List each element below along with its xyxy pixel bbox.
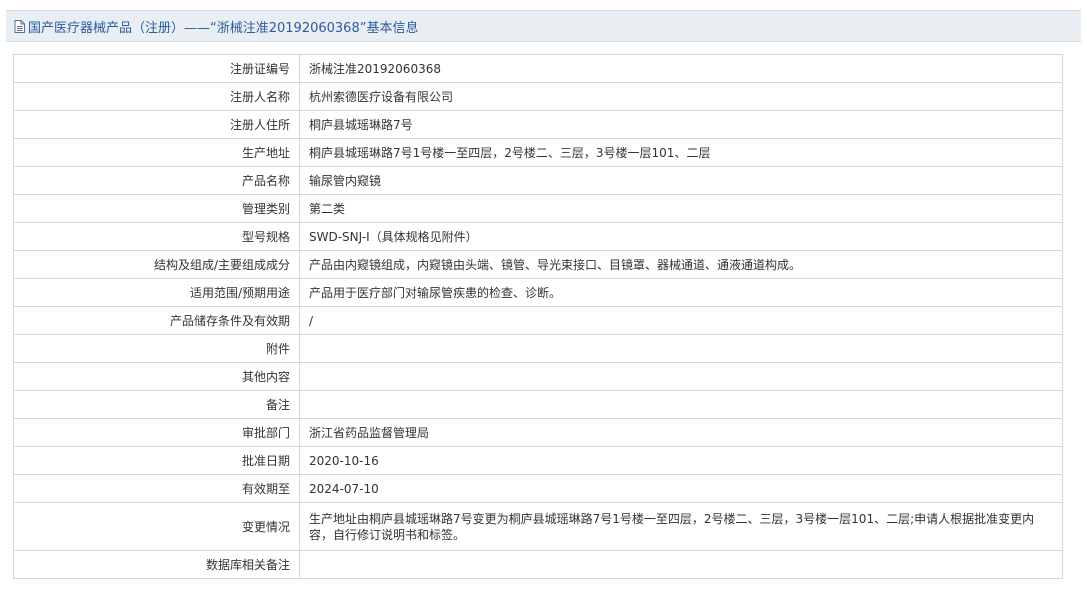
table-row: 产品名称 输尿管内窥镜 xyxy=(13,166,1063,195)
table-row: 备注 xyxy=(13,390,1063,419)
table-row: 审批部门 浙江省药品监督管理局 xyxy=(13,418,1063,447)
table-row: 产品储存条件及有效期 / xyxy=(13,306,1063,335)
table-row: 适用范围/预期用途 产品用于医疗部门对输尿管疾患的检查、诊断。 xyxy=(13,278,1063,307)
document-icon xyxy=(14,19,25,33)
row-value: 产品用于医疗部门对输尿管疾患的检查、诊断。 xyxy=(299,278,1063,307)
row-label: 型号规格 xyxy=(13,222,300,251)
row-label: 附件 xyxy=(13,334,300,363)
info-table-container: 注册证编号 浙械注准20192060368 注册人名称 杭州索德医疗设备有限公司… xyxy=(13,54,1064,579)
row-value: 2024-07-10 xyxy=(299,474,1063,503)
info-table: 注册证编号 浙械注准20192060368 注册人名称 杭州索德医疗设备有限公司… xyxy=(13,54,1063,579)
row-value xyxy=(299,390,1063,419)
section-title-bar: 国产医疗器械产品（注册）——“浙械注准20192060368”基本信息 xyxy=(6,10,1081,42)
row-value: SWD-SNJ-Ⅰ（具体规格见附件） xyxy=(299,222,1063,251)
info-table-body: 注册证编号 浙械注准20192060368 注册人名称 杭州索德医疗设备有限公司… xyxy=(13,54,1063,579)
row-label: 注册人住所 xyxy=(13,110,300,139)
row-label: 生产地址 xyxy=(13,138,300,167)
table-row: 型号规格 SWD-SNJ-Ⅰ（具体规格见附件） xyxy=(13,222,1063,251)
row-value: 桐庐县城瑶琳路7号 xyxy=(299,110,1063,139)
row-label: 数据库相关备注 xyxy=(13,550,300,579)
row-value: 杭州索德医疗设备有限公司 xyxy=(299,82,1063,111)
table-row: 注册人住所 桐庐县城瑶琳路7号 xyxy=(13,110,1063,139)
row-value: 生产地址由桐庐县城瑶琳路7号变更为桐庐县城瑶琳路7号1号楼一至四层，2号楼二、三… xyxy=(299,502,1063,551)
row-label: 变更情况 xyxy=(13,502,300,551)
row-label: 适用范围/预期用途 xyxy=(13,278,300,307)
row-value: 浙械注准20192060368 xyxy=(299,54,1063,83)
row-label: 结构及组成/主要组成成分 xyxy=(13,250,300,279)
table-row: 注册证编号 浙械注准20192060368 xyxy=(13,54,1063,83)
table-row: 批准日期 2020-10-16 xyxy=(13,446,1063,475)
row-value: 输尿管内窥镜 xyxy=(299,166,1063,195)
row-value xyxy=(299,334,1063,363)
row-value: 桐庐县城瑶琳路7号1号楼一至四层，2号楼二、三层，3号楼一层101、二层 xyxy=(299,138,1063,167)
row-label: 其他内容 xyxy=(13,362,300,391)
page: 国产医疗器械产品（注册）——“浙械注准20192060368”基本信息 注册证编… xyxy=(0,0,1087,615)
row-value: 2020-10-16 xyxy=(299,446,1063,475)
row-value: 浙江省药品监督管理局 xyxy=(299,418,1063,447)
table-row: 注册人名称 杭州索德医疗设备有限公司 xyxy=(13,82,1063,111)
row-value: 产品由内窥镜组成，内窥镜由头端、镜管、导光束接口、目镜罩、器械通道、通液通道构成… xyxy=(299,250,1063,279)
row-label: 注册人名称 xyxy=(13,82,300,111)
table-row: 数据库相关备注 xyxy=(13,550,1063,579)
table-row: 管理类别 第二类 xyxy=(13,194,1063,223)
row-value: 第二类 xyxy=(299,194,1063,223)
row-label: 产品储存条件及有效期 xyxy=(13,306,300,335)
table-row: 其他内容 xyxy=(13,362,1063,391)
row-label: 审批部门 xyxy=(13,418,300,447)
row-label: 批准日期 xyxy=(13,446,300,475)
table-row: 生产地址 桐庐县城瑶琳路7号1号楼一至四层，2号楼二、三层，3号楼一层101、二… xyxy=(13,138,1063,167)
row-label: 管理类别 xyxy=(13,194,300,223)
row-value xyxy=(299,550,1063,579)
row-value xyxy=(299,362,1063,391)
row-label: 产品名称 xyxy=(13,166,300,195)
table-row: 结构及组成/主要组成成分 产品由内窥镜组成，内窥镜由头端、镜管、导光束接口、目镜… xyxy=(13,250,1063,279)
page-title: 国产医疗器械产品（注册）——“浙械注准20192060368”基本信息 xyxy=(28,20,419,36)
table-row: 附件 xyxy=(13,334,1063,363)
row-label: 备注 xyxy=(13,390,300,419)
table-row: 有效期至 2024-07-10 xyxy=(13,474,1063,503)
row-value: / xyxy=(299,306,1063,335)
row-label: 注册证编号 xyxy=(13,54,300,83)
table-row: 变更情况 生产地址由桐庐县城瑶琳路7号变更为桐庐县城瑶琳路7号1号楼一至四层，2… xyxy=(13,502,1063,551)
row-label: 有效期至 xyxy=(13,474,300,503)
